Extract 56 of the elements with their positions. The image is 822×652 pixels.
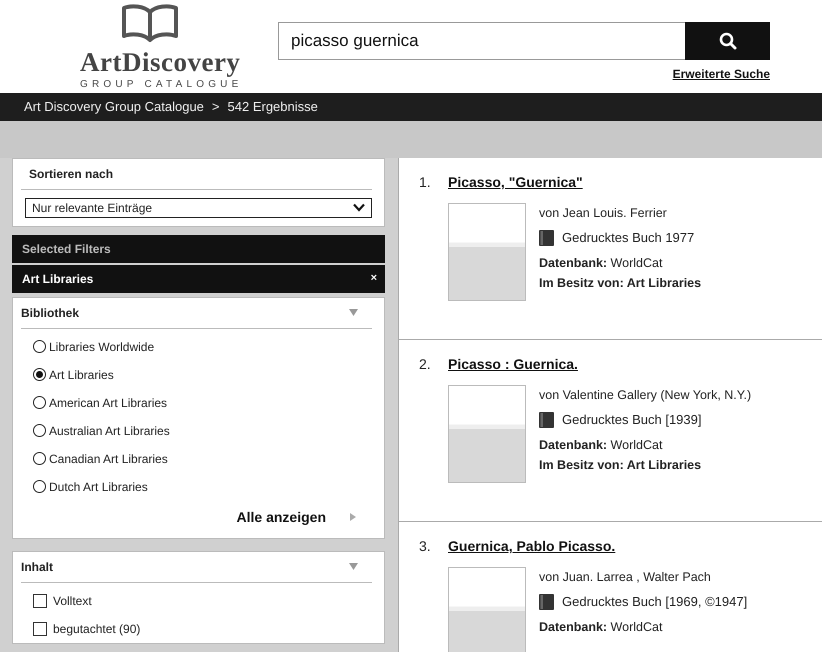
breadcrumb-separator: > — [212, 98, 220, 116]
option-label: Canadian Art Libraries — [49, 450, 168, 468]
facet-heading[interactable]: Inhalt — [21, 558, 53, 576]
book-icon — [539, 230, 554, 246]
option-label: Volltext — [53, 592, 92, 610]
collapse-caret-icon[interactable] — [349, 563, 358, 570]
option-label: Libraries Worldwide — [49, 338, 154, 356]
sort-select[interactable]: Nur relevante Einträge — [25, 198, 372, 218]
result-number: 3. — [419, 537, 432, 556]
result-database: Datenbank: WorldCat — [539, 255, 664, 272]
result-title-link[interactable]: Picasso : Guernica. — [448, 354, 578, 375]
radio-button[interactable] — [33, 340, 46, 353]
result-format: Gedrucktes Buch [1969, ©1947] — [562, 593, 748, 611]
result-database: Datenbank: WorldCat — [539, 437, 664, 454]
filter-header: Selected Filters — [12, 234, 385, 262]
result-format: Gedrucktes Buch [1939] — [562, 411, 702, 429]
result-holdings: Im Besitz von: Art Libraries — [539, 275, 702, 292]
advanced-search-link[interactable]: Erweiterte Suche — [672, 67, 770, 81]
facet-heading[interactable]: Bibliothek — [21, 304, 80, 322]
breadcrumb-item[interactable]: Art Discovery Group Catalogue — [24, 97, 204, 117]
result-number: 1. — [419, 173, 432, 192]
checkbox[interactable] — [33, 594, 47, 608]
filter-label: Art Libraries — [22, 270, 94, 288]
result-author: von Juan. Larrea , Walter Pach — [539, 569, 712, 586]
radio-button[interactable] — [33, 396, 46, 409]
search-field[interactable]: picasso guernica — [278, 22, 685, 60]
breadcrumb-item: 542 Ergebnisse — [228, 98, 318, 116]
radio-button[interactable] — [33, 368, 46, 381]
search-button[interactable] — [685, 22, 770, 60]
result-format: Gedrucktes Buch 1977 — [562, 229, 694, 247]
option-label: Australian Art Libraries — [49, 422, 170, 440]
result-database: Datenbank: WorldCat — [539, 619, 664, 636]
logo-subtitle: GROUP CATALOGUE — [80, 78, 242, 91]
book-icon — [539, 594, 554, 610]
option-label: American Art Libraries — [49, 394, 168, 412]
option-label: Art Libraries — [49, 366, 114, 384]
result-author: von Valentine Gallery (New York, N.Y.) — [539, 387, 752, 404]
result-title-link[interactable]: Picasso, "Guernica" — [448, 172, 583, 193]
remove-filter-button[interactable]: × — [370, 270, 377, 287]
book-icon — [539, 412, 554, 428]
result-number: 2. — [419, 355, 432, 374]
radio-button[interactable] — [33, 480, 46, 493]
result-author: von Jean Louis. Ferrier — [539, 205, 668, 222]
checkbox[interactable] — [33, 622, 47, 636]
radio-button[interactable] — [33, 424, 46, 437]
result-title-link[interactable]: Guernica, Pablo Picasso. — [448, 536, 616, 557]
option-label: Dutch Art Libraries — [49, 478, 148, 496]
result-holdings: Im Besitz von: Art Libraries — [539, 457, 702, 474]
logo-text[interactable]: ArtDiscovery — [80, 46, 240, 78]
collapse-caret-icon[interactable] — [349, 309, 358, 316]
chevron-icon — [353, 203, 365, 212]
sort-label: Sortieren nach — [29, 167, 114, 181]
radio-button[interactable] — [33, 452, 46, 465]
search-icon — [718, 32, 736, 50]
option-label: begutachtet (90) — [53, 620, 140, 638]
show-all-link[interactable]: Alle anzeigen — [236, 506, 326, 528]
